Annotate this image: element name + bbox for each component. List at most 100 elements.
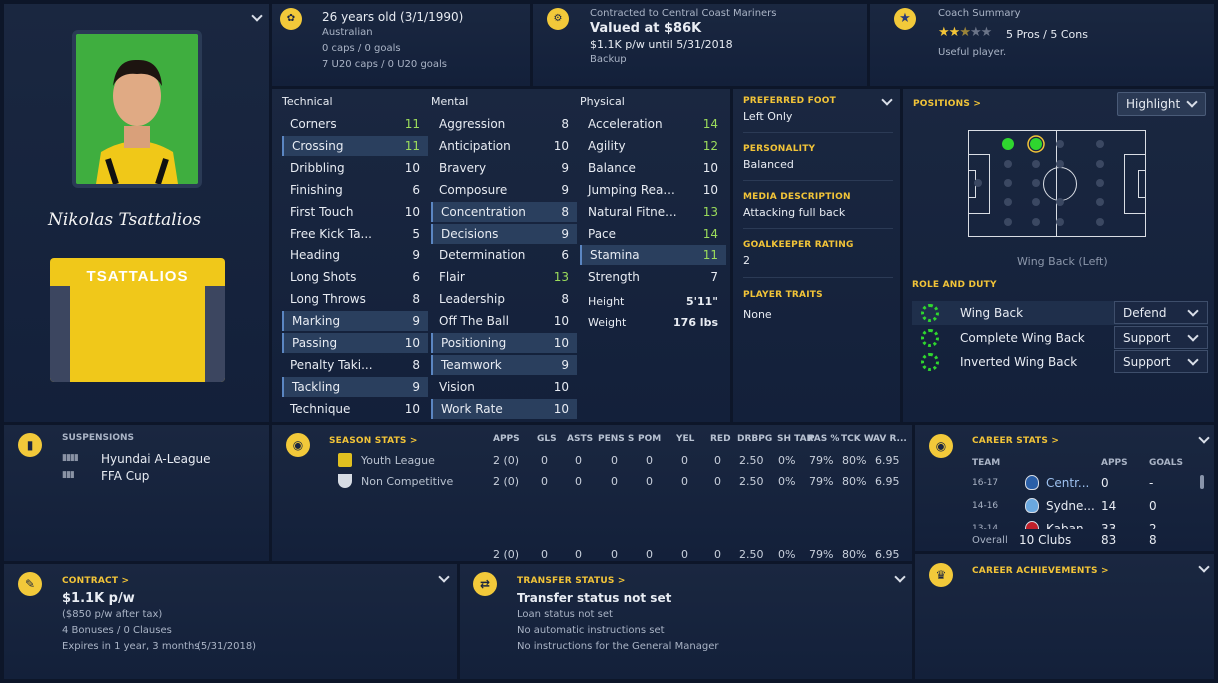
duty-dropdown[interactable]: Support <box>1114 325 1208 349</box>
role-row[interactable]: Inverted Wing Back Support <box>912 350 1208 374</box>
season-stat-value: 0 <box>611 454 618 467</box>
season-stat-header[interactable]: PENS S <box>598 434 634 444</box>
season-stats-link[interactable]: SEASON STATS > <box>329 436 418 446</box>
gm-instructions: No instructions for the General Manager <box>517 641 719 652</box>
career-stats-link[interactable]: CAREER STATS > <box>972 436 1059 446</box>
attribute-row[interactable]: Natural Fitne... 13 <box>580 202 726 222</box>
season-stat-header[interactable]: TCK W <box>841 434 874 444</box>
career-team[interactable]: Kaban... <box>1046 522 1095 529</box>
attribute-row[interactable]: Finishing 6 <box>282 180 428 200</box>
attribute-name: Passing <box>292 336 338 350</box>
chevron-down-icon[interactable] <box>881 94 893 106</box>
attribute-name: Free Kick Ta... <box>290 226 372 241</box>
season-stat-value: 0% <box>778 454 796 467</box>
attribute-row[interactable]: Corners 11 <box>282 114 428 134</box>
season-stat-value: 6.95 <box>875 475 900 488</box>
season-stat-header[interactable]: POM <box>638 434 661 444</box>
attribute-value: 8 <box>561 117 569 131</box>
chevron-down-icon[interactable] <box>251 10 263 22</box>
attribute-row[interactable]: Bravery 9 <box>431 158 577 178</box>
season-stat-header[interactable]: GLS <box>537 434 557 444</box>
attribute-row[interactable]: Passing 10 <box>282 333 428 353</box>
transfer-status-link[interactable]: TRANSFER STATUS > <box>517 576 626 586</box>
attribute-row[interactable]: Leadership 8 <box>431 289 577 309</box>
season-stat-value: 0 <box>681 454 688 467</box>
role-row[interactable]: Complete Wing Back Support <box>912 325 1208 350</box>
career-scrollbar[interactable] <box>1200 475 1204 489</box>
youth-league-icon <box>338 453 352 467</box>
attribute-row[interactable]: Acceleration 14 <box>580 114 726 134</box>
attribute-row[interactable]: Technique 10 <box>282 399 428 419</box>
contract-link[interactable]: CONTRACT > <box>62 576 129 586</box>
attribute-row[interactable]: Crossing 11 <box>282 135 428 156</box>
highlight-dropdown[interactable]: Highlight <box>1117 92 1206 116</box>
career-goals: 0 <box>1149 499 1157 513</box>
attribute-row[interactable]: Free Kick Ta... 5 <box>282 224 428 244</box>
career-apps: 0 <box>1101 476 1109 490</box>
attribute-row[interactable]: Penalty Taki... 8 <box>282 355 428 375</box>
attribute-row[interactable]: Off The Ball 10 <box>431 311 577 331</box>
career-rows[interactable]: 16-17 Centr... 0 - 14-16 Sydne... 14 0 13-14 Kaba… <box>915 472 1200 529</box>
positions-link[interactable]: POSITIONS > <box>913 99 981 109</box>
duty-label: Defend <box>1123 306 1167 320</box>
attribute-row[interactable]: Balance 10 <box>580 158 726 178</box>
attribute-row[interactable]: Teamwork 9 <box>431 354 577 375</box>
club-crest-icon <box>1025 475 1039 490</box>
transfer-arrows-icon: ⇄ <box>473 572 497 596</box>
attribute-row[interactable]: Concentration 8 <box>431 201 577 222</box>
attribute-row[interactable]: Pace 14 <box>580 224 726 244</box>
attribute-row[interactable]: Long Throws 8 <box>282 289 428 309</box>
attribute-row[interactable]: Vision 10 <box>431 377 577 397</box>
coach-verdict: Useful player. <box>938 47 1007 58</box>
season-stat-header[interactable]: APPS <box>493 434 520 444</box>
duty-dropdown[interactable]: Support <box>1114 350 1208 373</box>
season-stat-header[interactable]: DRBPG <box>737 434 772 444</box>
season-stat-header[interactable]: YEL <box>676 434 694 444</box>
attribute-row[interactable]: Work Rate 10 <box>431 398 577 419</box>
duty-label: Support <box>1123 355 1171 369</box>
ball-icon: ◉ <box>929 434 953 458</box>
career-row[interactable]: 14-16 Sydne... 14 0 <box>915 495 1200 518</box>
attribute-row[interactable]: Determination 6 <box>431 245 577 265</box>
career-team[interactable]: Sydne... <box>1046 499 1095 513</box>
attribute-row[interactable]: Long Shots 6 <box>282 267 428 287</box>
attribute-row[interactable]: Strength 7 <box>580 267 726 287</box>
attribute-row[interactable]: Marking 9 <box>282 311 428 332</box>
attribute-row[interactable]: First Touch 10 <box>282 202 428 222</box>
attribute-row[interactable]: Agility 12 <box>580 136 726 156</box>
attribute-row[interactable]: Anticipation 10 <box>431 136 577 156</box>
attribute-row[interactable]: Stamina 11 <box>580 245 726 266</box>
season-stat-header[interactable]: RED <box>710 434 731 444</box>
attribute-name: Composure <box>439 182 508 197</box>
competition-name[interactable]: Youth League <box>361 454 435 467</box>
attribute-row[interactable]: Flair 13 <box>431 267 577 287</box>
flag-icon: ✿ <box>280 8 302 30</box>
attribute-row[interactable]: Dribbling 10 <box>282 158 428 178</box>
attribute-row[interactable]: Aggression 8 <box>431 114 577 134</box>
attribute-row[interactable]: Jumping Rea... 10 <box>580 180 726 200</box>
career-row[interactable]: 16-17 Centr... 0 - <box>915 472 1200 495</box>
attribute-row[interactable]: Heading 9 <box>282 245 428 265</box>
attribute-name: Penalty Taki... <box>290 357 373 372</box>
attribute-row[interactable]: Tackling 9 <box>282 376 428 397</box>
season-stat-header[interactable]: PAS % <box>808 434 839 444</box>
career-achievements-link[interactable]: CAREER ACHIEVEMENTS > <box>972 566 1109 576</box>
attribute-value: 8 <box>561 292 569 307</box>
season-stat-header[interactable]: AV R... <box>873 434 907 444</box>
role-row[interactable]: Wing Back Defend <box>912 301 1208 325</box>
attribute-row[interactable]: Positioning 10 <box>431 333 577 353</box>
career-row[interactable]: 13-14 Kaban... 33 2 <box>915 518 1200 529</box>
attribute-name: First Touch <box>290 204 354 219</box>
duty-dropdown[interactable]: Defend <box>1114 301 1208 324</box>
season-total-value: 2.50 <box>739 548 764 561</box>
attribute-row[interactable]: Composure 9 <box>431 180 577 200</box>
career-team[interactable]: Centr... <box>1046 476 1089 490</box>
attribute-row[interactable]: Decisions 9 <box>431 223 577 244</box>
season-stat-header[interactable]: ASTS <box>567 434 593 444</box>
player-photo <box>72 30 202 188</box>
season-stat-value: 0 <box>541 475 548 488</box>
attribute-name: Work Rate <box>441 401 503 416</box>
competition-name[interactable]: Non Competitive <box>361 475 453 488</box>
season-stat-value: 0 <box>714 475 721 488</box>
attribute-name: Bravery <box>439 160 487 175</box>
